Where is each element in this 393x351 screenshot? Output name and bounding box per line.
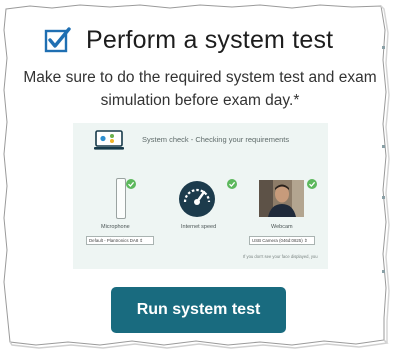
run-system-test-button[interactable]: Run system test	[111, 287, 286, 333]
microphone-label: Microphone	[101, 224, 130, 230]
webcam-label: Webcam	[271, 224, 293, 230]
system-check-title: System check - Checking your requirement…	[142, 135, 290, 144]
instructions-text: Make sure to do the required system test…	[23, 69, 377, 109]
webcam-hint-text: If you don't see your face displayed, yo…	[243, 254, 318, 259]
webcam-preview	[259, 180, 304, 217]
check-icon	[307, 176, 317, 194]
edge-fragment	[382, 270, 385, 273]
edge-fragment	[382, 196, 385, 199]
check-icon	[227, 176, 237, 194]
internet-speed-label: Internet speed	[181, 224, 217, 230]
system-test-card: Perform a system test Make sure to do th…	[0, 0, 393, 351]
checked-box-icon	[44, 26, 72, 54]
page-title: Perform a system test	[86, 25, 334, 54]
system-check-preview: System check - Checking your requirement…	[73, 123, 328, 269]
computer-icon	[94, 130, 124, 150]
edge-fragment	[382, 46, 385, 49]
speedometer-icon	[175, 178, 219, 223]
check-icon	[126, 176, 136, 194]
section-header: Perform a system test	[44, 24, 333, 56]
edge-fragment	[382, 145, 385, 148]
microphone-select[interactable]: Default - Plantronics DA8 ⇕	[86, 236, 154, 245]
webcam-select[interactable]: USB Camera (046d:0825) ⇕	[249, 236, 315, 245]
microphone-level-meter	[116, 178, 126, 219]
